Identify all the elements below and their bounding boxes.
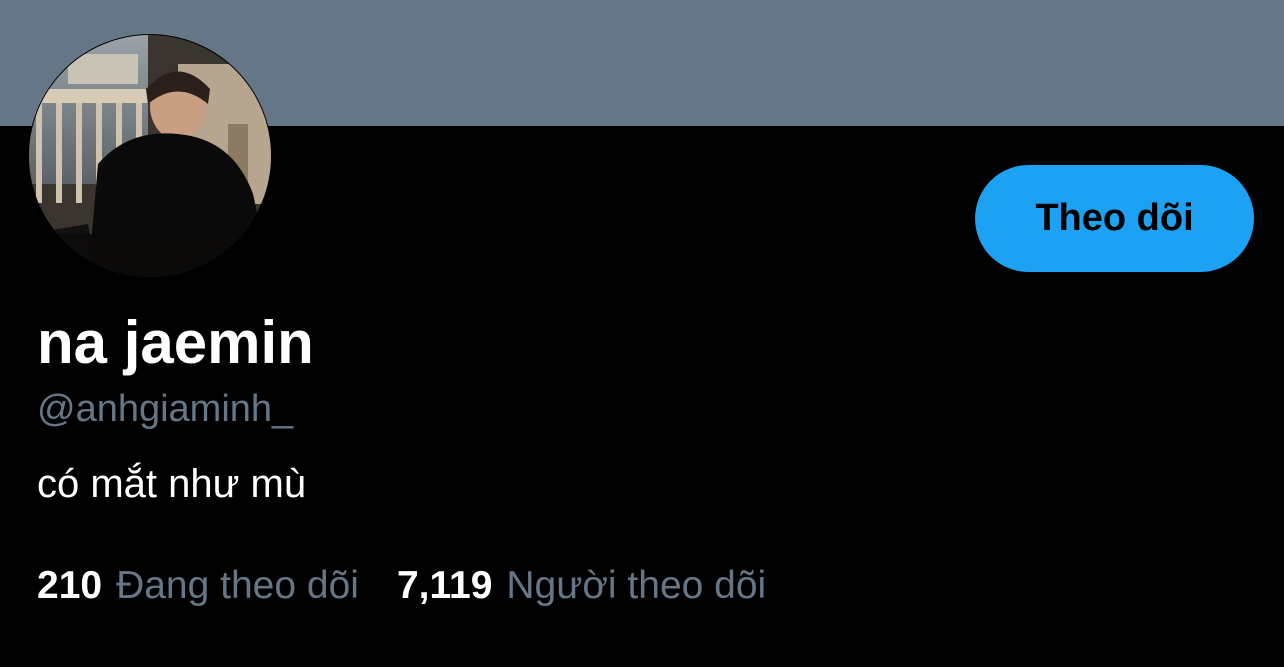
followers-label: Người theo dõi xyxy=(506,564,767,607)
followers-stat-link[interactable]: 7,119 Người theo dõi xyxy=(397,564,766,608)
following-count: 210 xyxy=(37,564,103,607)
profile-stats: 210 Đang theo dõi 7,119 Người theo dõi xyxy=(37,564,766,608)
avatar-photo xyxy=(29,35,271,277)
followers-count: 7,119 xyxy=(396,564,493,607)
avatar[interactable] xyxy=(28,34,272,278)
display-name: na jaemin xyxy=(37,309,314,376)
follow-button[interactable]: Theo dõi xyxy=(975,165,1254,272)
username-handle: @anhgiaminh_ xyxy=(37,388,294,430)
profile-bio: có mắt như mù xyxy=(37,462,307,506)
following-stat-link[interactable]: 210 Đang theo dõi xyxy=(37,564,359,608)
following-label: Đang theo dõi xyxy=(116,564,359,607)
